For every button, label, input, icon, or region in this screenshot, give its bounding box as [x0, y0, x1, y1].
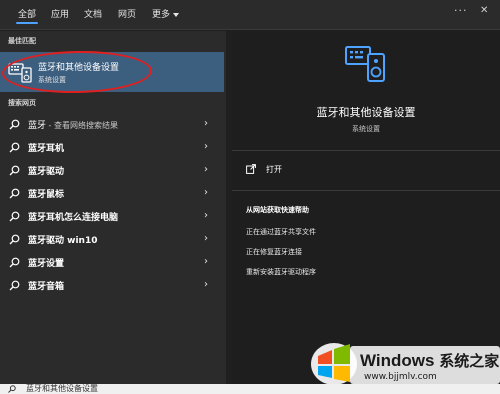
result-text: 蓝牙耳机怎么连接电脑 — [28, 210, 118, 223]
result-text: 蓝牙音箱 — [28, 279, 64, 292]
tab-apps[interactable]: 应用 — [51, 7, 69, 20]
result-term: 蓝牙设置 — [28, 259, 65, 269]
caret-down-icon — [173, 12, 180, 17]
best-match-heading: 最佳匹配 — [8, 37, 36, 45]
result-item[interactable]: 蓝牙耳机 › — [0, 136, 224, 159]
chevron-right-icon[interactable]: › — [204, 233, 208, 244]
chevron-right-icon[interactable]: › — [204, 279, 208, 290]
watermark-brand: Windows — [360, 351, 435, 370]
help-link[interactable]: 重新安装蓝牙驱动程序 — [246, 267, 316, 277]
result-item[interactable]: 蓝牙音箱 › — [0, 274, 224, 297]
search-box[interactable]: 蓝牙和其他设备设置 — [0, 384, 500, 394]
result-term: 蓝牙音箱 — [28, 282, 65, 292]
results-panel: 最佳匹配 蓝牙和其他设备设置 系统设置 搜索网页 蓝牙 - 查看网络搜索结果 ›… — [0, 31, 226, 384]
preview-title: 蓝牙和其他设备设置 — [316, 106, 416, 119]
result-text: 蓝牙驱动 — [28, 164, 64, 177]
result-text: 蓝牙 - 查看网络搜索结果 — [28, 118, 118, 131]
chevron-right-icon[interactable]: › — [204, 187, 208, 198]
search-icon — [9, 119, 20, 130]
result-term: 蓝牙鼠标 — [28, 190, 65, 200]
chevron-right-icon[interactable]: › — [204, 210, 208, 221]
tab-more-label: 更多 — [152, 10, 171, 20]
close-icon[interactable]: ✕ — [480, 5, 488, 16]
divider — [232, 150, 500, 151]
watermark: Windows 系统之家 www.bjjmlv.com — [310, 340, 500, 386]
search-icon — [9, 280, 20, 291]
result-text: 蓝牙鼠标 — [28, 187, 64, 200]
tab-web[interactable]: 网页 — [118, 7, 136, 20]
search-icon — [8, 385, 16, 393]
chevron-right-icon[interactable]: › — [204, 164, 208, 175]
result-term: 蓝牙耳机 — [28, 144, 65, 154]
search-input[interactable]: 蓝牙和其他设备设置 — [26, 383, 98, 394]
windows-logo-icon — [311, 343, 357, 385]
result-text: 蓝牙设置 — [28, 256, 64, 269]
result-term: 蓝牙驱动 — [28, 167, 65, 177]
tab-all[interactable]: 全部 — [15, 7, 39, 24]
watermark-title: Windows 系统之家 — [360, 350, 499, 371]
web-search-heading: 搜索网页 — [8, 99, 36, 107]
result-hint: - 查看网络搜索结果 — [46, 121, 118, 130]
divider — [232, 190, 500, 191]
preview-panel: 蓝牙和其他设备设置 系统设置 打开 从网站获取快速帮助 正在通过蓝牙共享文件 正… — [232, 31, 500, 384]
preview-subtitle: 系统设置 — [352, 125, 380, 133]
help-link[interactable]: 正在修复蓝牙连接 — [246, 247, 302, 257]
tab-documents[interactable]: 文档 — [84, 7, 102, 20]
open-action[interactable]: 打开 — [266, 164, 282, 175]
search-icon — [9, 165, 20, 176]
search-icon — [9, 257, 20, 268]
search-icon — [9, 188, 20, 199]
help-link[interactable]: 正在通过蓝牙共享文件 — [246, 227, 316, 237]
search-tab-bar: 全部 应用 文档 网页 更多 ··· ✕ — [0, 0, 500, 30]
open-icon[interactable] — [246, 164, 256, 174]
search-icon — [9, 142, 20, 153]
bluetooth-devices-icon — [345, 46, 385, 82]
result-item[interactable]: 蓝牙设置 › — [0, 251, 224, 274]
result-term: 蓝牙耳机怎么连接电脑 — [28, 213, 119, 223]
result-item[interactable]: 蓝牙驱动 win10 › — [0, 228, 224, 251]
result-item[interactable]: 蓝牙驱动 › — [0, 159, 224, 182]
result-item[interactable]: 蓝牙耳机怎么连接电脑 › — [0, 205, 224, 228]
search-icon — [9, 211, 20, 222]
result-text: 蓝牙耳机 — [28, 141, 64, 154]
result-term: 蓝牙 — [28, 121, 47, 131]
tab-more[interactable]: 更多 — [152, 7, 180, 20]
chevron-right-icon[interactable]: › — [204, 141, 208, 152]
result-item[interactable]: 蓝牙鼠标 › — [0, 182, 224, 205]
ellipsis-icon[interactable]: ··· — [454, 4, 468, 17]
chevron-right-icon[interactable]: › — [204, 256, 208, 267]
result-text: 蓝牙驱动 win10 — [28, 233, 97, 246]
chevron-right-icon[interactable]: › — [204, 118, 208, 129]
result-item[interactable]: 蓝牙 - 查看网络搜索结果 › — [0, 113, 224, 136]
search-icon — [9, 234, 20, 245]
watermark-brand-cn: 系统之家 — [439, 353, 500, 370]
result-term: 蓝牙驱动 win10 — [28, 236, 98, 246]
watermark-url: www.bjjmlv.com — [364, 372, 437, 382]
web-help-heading: 从网站获取快速帮助 — [246, 206, 309, 214]
